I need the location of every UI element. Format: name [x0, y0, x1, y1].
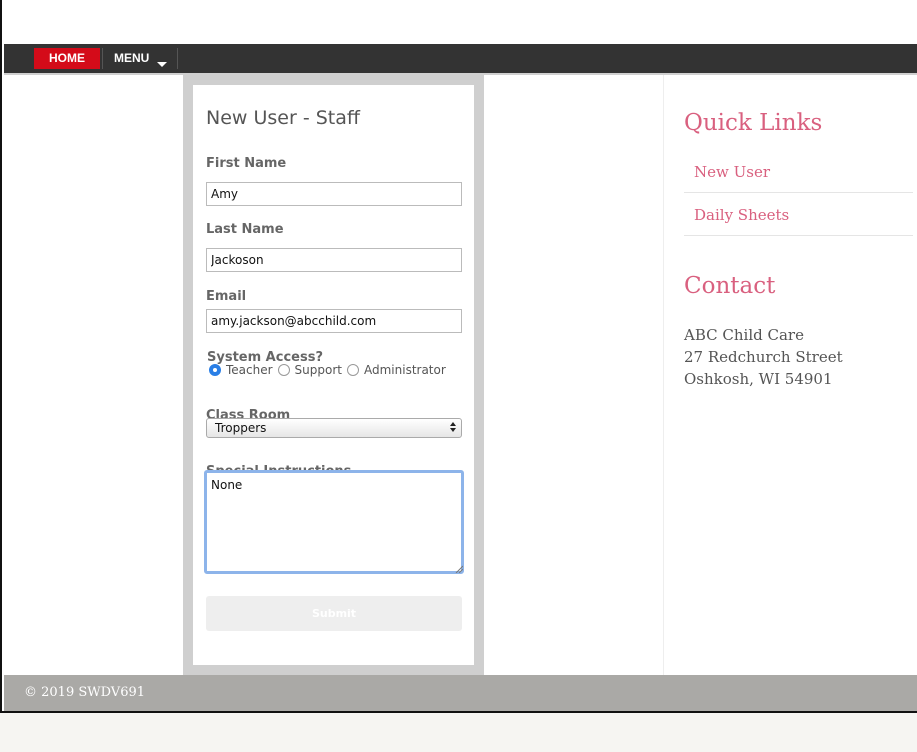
nav-menu-label: MENU [114, 51, 150, 65]
radio-support[interactable] [277, 364, 290, 376]
form-title: New User - Staff [206, 107, 360, 129]
email-field[interactable] [206, 309, 462, 333]
footer-copyright: © 2019 SWDV691 [24, 685, 146, 700]
nav-divider [177, 48, 178, 69]
class-room-select[interactable]: Troppers [206, 418, 462, 438]
radio-teacher-label[interactable]: Teacher [226, 363, 273, 377]
page-frame: HOME MENU New User - Staff First Name La… [0, 0, 917, 713]
radio-administrator-label[interactable]: Administrator [364, 363, 446, 377]
system-access-radio-group: Teacher Support Administrator [209, 362, 451, 378]
nav-menu-button[interactable]: MENU [114, 48, 174, 69]
top-navbar: HOME MENU [4, 44, 917, 75]
first-name-label: First Name [206, 156, 287, 171]
select-arrows-icon [450, 422, 456, 434]
quick-link-new-user[interactable]: New User [684, 151, 913, 193]
last-name-label: Last Name [206, 222, 284, 237]
new-user-form: New User - Staff First Name Last Name Em… [193, 85, 474, 665]
radio-teacher[interactable] [209, 364, 221, 376]
quick-links-heading: Quick Links [684, 110, 823, 136]
footer: © 2019 SWDV691 [4, 675, 917, 711]
sidebar-divider [663, 75, 664, 675]
nav-home-button[interactable]: HOME [34, 48, 100, 69]
radio-administrator[interactable] [346, 364, 359, 376]
form-panel: New User - Staff First Name Last Name Em… [183, 75, 484, 675]
radio-support-label[interactable]: Support [295, 363, 342, 377]
address-line: 27 Redchurch Street [684, 348, 843, 366]
resize-grip-icon[interactable] [455, 565, 463, 573]
chevron-down-icon [157, 62, 167, 67]
nav-divider [102, 48, 103, 69]
email-label: Email [206, 289, 247, 304]
first-name-field[interactable] [206, 182, 462, 206]
address-line: ABC Child Care [684, 326, 804, 344]
address-line: Oshkosh, WI 54901 [684, 370, 833, 388]
contact-heading: Contact [684, 273, 776, 299]
last-name-field[interactable] [206, 248, 462, 272]
submit-button[interactable]: Submit [206, 596, 462, 631]
special-instructions-textarea[interactable]: None [204, 470, 464, 574]
class-room-selected-value: Troppers [215, 421, 267, 435]
quick-link-daily-sheets[interactable]: Daily Sheets [684, 194, 913, 236]
